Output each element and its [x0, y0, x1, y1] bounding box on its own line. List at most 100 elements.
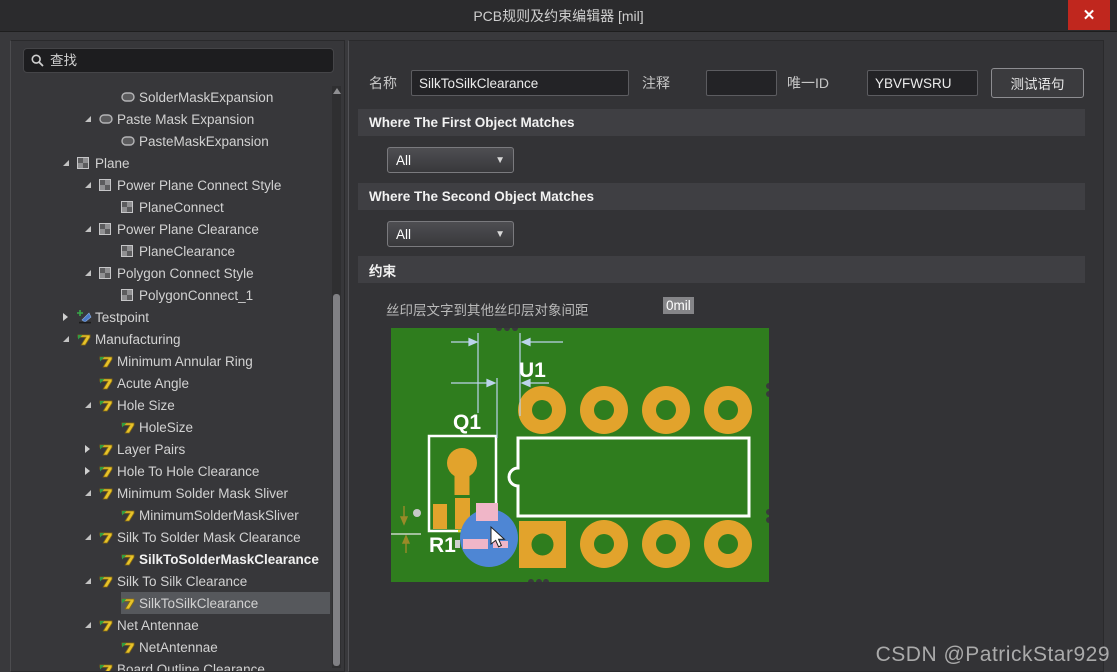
tree-item-plane[interactable]: Plane: [11, 152, 330, 174]
tree-item-label: PlaneClearance: [139, 244, 235, 259]
second-object-value: All: [396, 227, 411, 242]
manufacturing-rule-icon: [99, 575, 117, 588]
manufacturing-rule-icon: [99, 663, 117, 672]
first-object-value: All: [396, 153, 411, 168]
collapse-arrow-icon[interactable]: [85, 445, 99, 453]
plane-rule-icon: [99, 223, 117, 235]
rule-tree-panel: SolderMaskExpansionPaste Mask ExpansionP…: [10, 40, 345, 672]
tree-item-polygon-connect-style[interactable]: Polygon Connect Style: [11, 262, 330, 284]
expand-arrow-icon[interactable]: [85, 534, 99, 540]
tree-item-label: NetAntennae: [139, 640, 218, 655]
rule-tree: SolderMaskExpansionPaste Mask ExpansionP…: [11, 86, 330, 672]
tree-item-label: Manufacturing: [95, 332, 181, 347]
plane-rule-icon: [77, 157, 95, 169]
tree-item-power-plane-connect-style[interactable]: Power Plane Connect Style: [11, 174, 330, 196]
label-q1: Q1: [453, 411, 481, 434]
tree-item-pastemaskexpansion[interactable]: PasteMaskExpansion: [11, 130, 330, 152]
tree-item-planeclearance[interactable]: PlaneClearance: [11, 240, 330, 262]
tree-item-hole-size[interactable]: Hole Size: [11, 394, 330, 416]
tree-item-minimum-solder-mask-sliver[interactable]: Minimum Solder Mask Sliver: [11, 482, 330, 504]
expand-arrow-icon[interactable]: [85, 578, 99, 584]
expand-arrow-icon[interactable]: [63, 336, 77, 342]
tree-item-netantennae[interactable]: NetAntennae: [11, 636, 330, 658]
testpoint-rule-icon: [77, 310, 95, 324]
label-r1: R1: [429, 534, 456, 557]
manufacturing-rule-icon: [99, 619, 117, 632]
tree-item-soldermaskexpansion[interactable]: SolderMaskExpansion: [11, 86, 330, 108]
plane-rule-icon: [121, 289, 139, 301]
search-icon: [31, 54, 44, 67]
constraints-header: 约束: [358, 256, 1085, 283]
tree-item-label: Power Plane Clearance: [117, 222, 259, 237]
tree-item-net-antennae[interactable]: Net Antennae: [11, 614, 330, 636]
tree-item-silk-to-silk-clearance[interactable]: Silk To Silk Clearance: [11, 570, 330, 592]
manufacturing-rule-icon: [121, 421, 139, 434]
expand-arrow-icon[interactable]: [85, 116, 99, 122]
tree-item-label: Minimum Solder Mask Sliver: [117, 486, 288, 501]
chevron-down-icon: ▼: [495, 229, 505, 240]
window-title: PCB规则及约束编辑器 [mil]: [473, 6, 643, 26]
silk-clearance-label: 丝印层文字到其他丝印层对象间距: [386, 299, 589, 319]
expand-arrow-icon[interactable]: [85, 226, 99, 232]
chevron-down-icon: ▼: [495, 155, 505, 166]
tree-item-manufacturing[interactable]: Manufacturing: [11, 328, 330, 350]
plane-rule-icon: [99, 179, 117, 191]
tree-item-polygonconnect-1[interactable]: PolygonConnect_1: [11, 284, 330, 306]
tree-scrollbar[interactable]: [332, 86, 341, 668]
tree-item-minimumsoldermasksliver[interactable]: MinimumSolderMaskSliver: [11, 504, 330, 526]
tree-item-layer-pairs[interactable]: Layer Pairs: [11, 438, 330, 460]
manufacturing-rule-icon: [99, 531, 117, 544]
tree-item-holesize[interactable]: HoleSize: [11, 416, 330, 438]
tree-item-paste-mask-expansion[interactable]: Paste Mask Expansion: [11, 108, 330, 130]
comment-label: 注释: [642, 70, 670, 96]
search-box[interactable]: [23, 48, 334, 73]
collapse-arrow-icon[interactable]: [63, 313, 77, 321]
tree-item-silk-to-solder-mask-clearance[interactable]: Silk To Solder Mask Clearance: [11, 526, 330, 548]
expand-arrow-icon[interactable]: [85, 270, 99, 276]
tree-item-label: Hole Size: [117, 398, 175, 413]
manufacturing-rule-icon: [77, 333, 95, 346]
scroll-up-icon[interactable]: [332, 88, 341, 98]
manufacturing-rule-icon: [121, 509, 139, 522]
tree-item-label: Silk To Solder Mask Clearance: [117, 530, 301, 545]
collapse-arrow-icon[interactable]: [85, 467, 99, 475]
tree-item-power-plane-clearance[interactable]: Power Plane Clearance: [11, 218, 330, 240]
manufacturing-rule-icon: [121, 597, 139, 610]
expand-arrow-icon[interactable]: [85, 402, 99, 408]
silk-clearance-value[interactable]: 0mil: [663, 297, 694, 314]
first-object-select[interactable]: All ▼: [387, 147, 514, 173]
tree-item-silktosoldermaskclearance[interactable]: SilkToSolderMaskClearance: [11, 548, 330, 570]
unique-id-input[interactable]: [867, 70, 978, 96]
manufacturing-rule-icon: [121, 553, 139, 566]
tree-item-silktosilkclearance[interactable]: SilkToSilkClearance: [11, 592, 330, 614]
expand-arrow-icon[interactable]: [85, 490, 99, 496]
manufacturing-rule-icon: [99, 355, 117, 368]
second-object-select[interactable]: All ▼: [387, 221, 514, 247]
close-icon: ✕: [1083, 6, 1096, 24]
tree-item-label: Polygon Connect Style: [117, 266, 254, 281]
tree-item-label: Board Outline Clearance: [117, 662, 265, 672]
tree-item-board-outline-clearance[interactable]: Board Outline Clearance: [11, 658, 330, 672]
expand-arrow-icon[interactable]: [85, 182, 99, 188]
tree-item-minimum-annular-ring[interactable]: Minimum Annular Ring: [11, 350, 330, 372]
tree-item-testpoint[interactable]: Testpoint: [11, 306, 330, 328]
name-label: 名称: [369, 70, 397, 96]
tree-item-label: Minimum Annular Ring: [117, 354, 253, 369]
tree-item-hole-to-hole-clearance[interactable]: Hole To Hole Clearance: [11, 460, 330, 482]
tree-item-label: Plane: [95, 156, 130, 171]
test-query-button[interactable]: 测试语句: [991, 68, 1084, 98]
second-object-header: Where The Second Object Matches: [358, 183, 1085, 210]
tree-item-label: PlaneConnect: [139, 200, 224, 215]
tree-item-acute-angle[interactable]: Acute Angle: [11, 372, 330, 394]
close-button[interactable]: ✕: [1068, 0, 1110, 30]
name-input[interactable]: [411, 70, 629, 96]
expand-arrow-icon[interactable]: [85, 622, 99, 628]
scrollbar-thumb[interactable]: [333, 294, 340, 666]
tree-item-label: Testpoint: [95, 310, 149, 325]
comment-input[interactable]: [706, 70, 777, 96]
search-input[interactable]: [50, 53, 326, 68]
manufacturing-rule-icon: [99, 377, 117, 390]
tree-item-planeconnect[interactable]: PlaneConnect: [11, 196, 330, 218]
tree-item-label: Net Antennae: [117, 618, 199, 633]
expand-arrow-icon[interactable]: [63, 160, 77, 166]
